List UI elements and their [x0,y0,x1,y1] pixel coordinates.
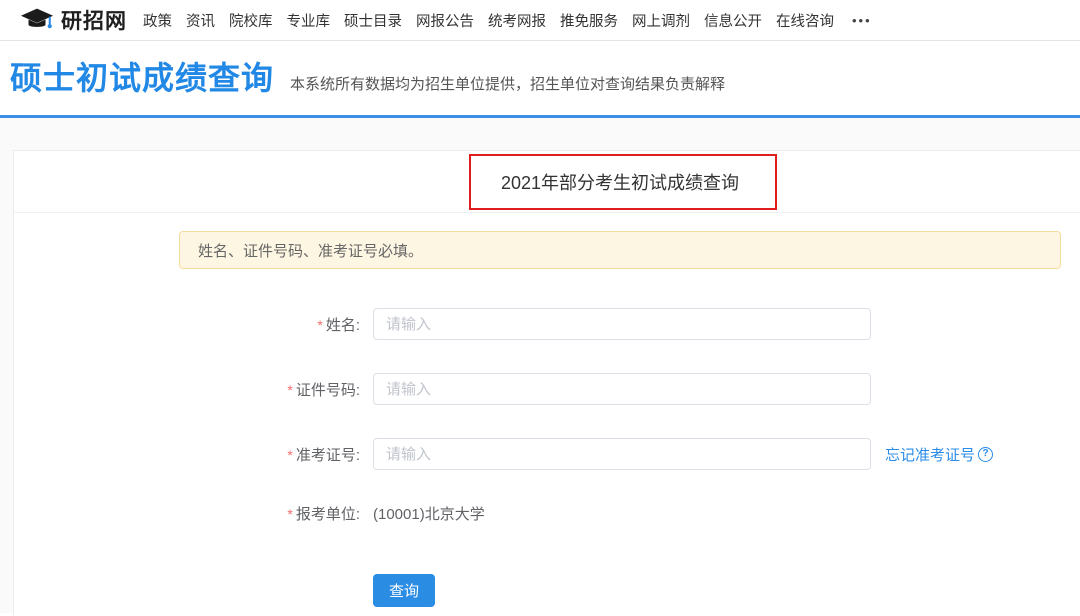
required-asterisk: * [287,506,292,522]
alert-text: 姓名、证件号码、准考证号必填。 [198,240,423,261]
page-header: 硕士初试成绩查询 本系统所有数据均为招生单位提供，招生单位对查询结果负责解释 [0,41,1080,118]
card-title: 2021年部分考生初试成绩查询 [501,169,739,195]
nav-more-dots-icon[interactable]: ••• [852,13,872,28]
nav-item-online-adjust[interactable]: 网上调剂 [632,10,690,31]
content-area: 2021年部分考生初试成绩查询 姓名、证件号码、准考证号必填。 *姓名: *证件… [0,118,1080,613]
id-number-label: *证件号码: [14,379,360,400]
page-title: 硕士初试成绩查询 [10,58,274,98]
site-logo[interactable]: 研招网 [20,5,127,35]
required-asterisk: * [317,317,322,333]
top-navbar: 研招网 政策 资讯 院校库 专业库 硕士目录 网报公告 统考网报 推免服务 网上… [0,0,1080,41]
nav-item-announcements[interactable]: 网报公告 [416,10,474,31]
form-row-ticket-number: *准考证号: 忘记准考证号? [14,438,1080,470]
form-row-id-number: *证件号码: [14,373,1080,405]
required-asterisk: * [287,447,292,463]
nav-item-info-disclosure[interactable]: 信息公开 [704,10,762,31]
name-label: *姓名: [14,314,360,335]
required-fields-alert: 姓名、证件号码、准考证号必填。 [179,231,1061,269]
nav-item-exempt-service[interactable]: 推免服务 [560,10,618,31]
ticket-number-label: *准考证号: [14,444,360,465]
nav-item-colleges[interactable]: 院校库 [229,10,273,31]
institution-label: *报考单位: [14,503,360,524]
page-subtitle: 本系统所有数据均为招生单位提供，招生单位对查询结果负责解释 [290,73,725,94]
query-button[interactable]: 查询 [373,574,435,607]
nav-item-master-catalog[interactable]: 硕士目录 [344,10,402,31]
required-asterisk: * [287,382,292,398]
submit-row: 查询 [14,574,1080,607]
site-logo-text: 研招网 [61,5,127,35]
form-row-institution: *报考单位: (10001)北京大学 [14,503,1080,524]
graduation-cap-icon [20,7,54,33]
card-title-row: 2021年部分考生初试成绩查询 [14,151,1080,213]
institution-value: (10001)北京大学 [373,503,485,524]
ticket-number-input[interactable] [373,438,871,470]
name-input[interactable] [373,308,871,340]
nav-item-policy[interactable]: 政策 [143,10,172,31]
query-card: 2021年部分考生初试成绩查询 姓名、证件号码、准考证号必填。 *姓名: *证件… [13,150,1080,616]
nav-item-news[interactable]: 资讯 [186,10,215,31]
id-number-input[interactable] [373,373,871,405]
nav-item-majors[interactable]: 专业库 [287,10,331,31]
question-circle-icon: ? [978,447,993,462]
nav-item-online-consult[interactable]: 在线咨询 [776,10,834,31]
form-row-name: *姓名: [14,308,1080,340]
forgot-ticket-link[interactable]: 忘记准考证号? [885,444,993,465]
main-nav: 政策 资讯 院校库 专业库 硕士目录 网报公告 统考网报 推免服务 网上调剂 信… [143,10,872,31]
nav-item-unified-exam[interactable]: 统考网报 [488,10,546,31]
